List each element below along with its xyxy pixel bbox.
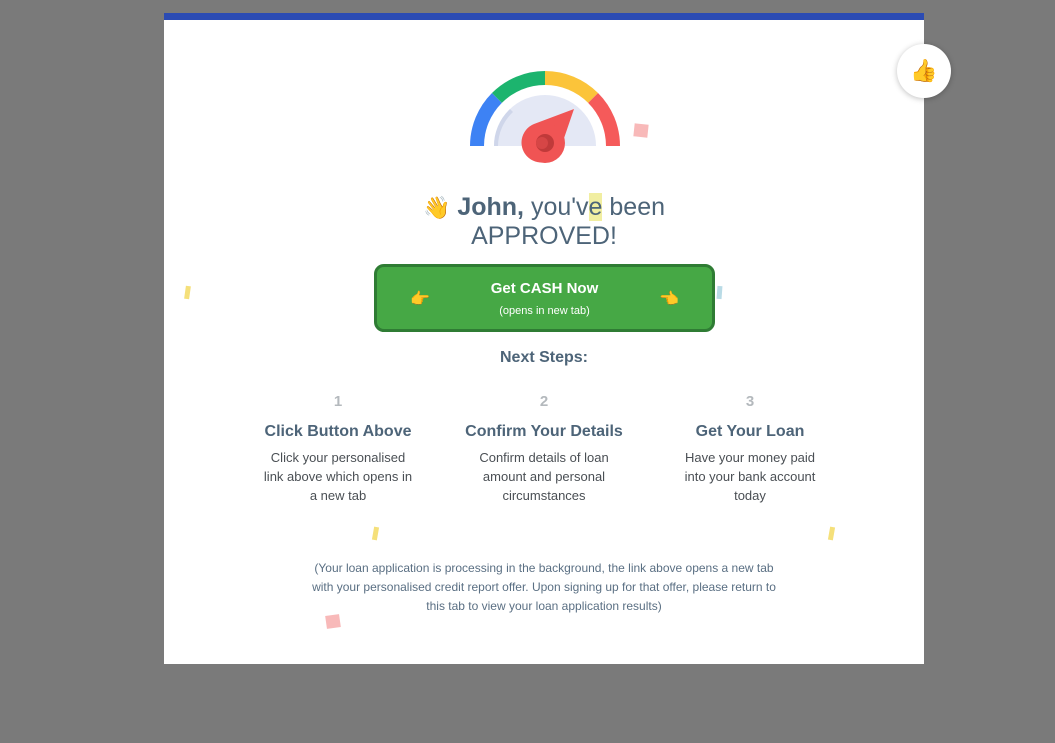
disclaimer-text: (Your loan application is processing in … — [312, 561, 776, 613]
confetti-piece — [633, 123, 649, 138]
step-description: Click your personalised link above which… — [263, 450, 413, 503]
headline-line-1: 👋 John, you've been — [164, 193, 924, 222]
confetti-piece — [827, 526, 836, 541]
step-title: Confirm Your Details — [465, 423, 623, 440]
headline-highlight: e — [588, 193, 603, 221]
modal-accent-bar — [164, 13, 924, 20]
confetti-piece — [325, 614, 341, 629]
step-number: 3 — [745, 393, 755, 410]
get-cash-now-button[interactable]: 👉 Get CASH Now (opens in new tab) 👈 — [374, 264, 715, 332]
headline-text-part2: been — [602, 193, 666, 221]
headline-text-part1: you'v — [530, 193, 589, 221]
confetti-piece — [716, 285, 723, 300]
step-description: Have your money paid into your bank acco… — [684, 450, 816, 503]
step-title: Click Button Above — [264, 423, 412, 440]
step-number: 2 — [539, 393, 549, 410]
approval-headline: 👋 John, you've been APPROVED! — [164, 193, 924, 250]
confetti-piece — [371, 526, 380, 541]
thumbs-up-icon[interactable]: 👍 — [897, 44, 951, 98]
waving-hand-icon: 👋 — [422, 195, 451, 220]
headline-line-2: APPROVED! — [471, 222, 617, 250]
step-number: 1 — [333, 393, 343, 410]
pointing-left-icon: 👈 — [659, 291, 679, 308]
step-description: Confirm details of loan amount and perso… — [479, 450, 609, 503]
approval-modal: 👋 John, you've been APPROVED! 👉 Get CASH… — [164, 13, 924, 664]
step-3: 3 Get Your Loan Have your money paid int… — [650, 393, 850, 505]
applicant-name: John, — [457, 193, 524, 221]
step-1: 1 Click Button Above Click your personal… — [238, 393, 438, 505]
credit-score-gauge-icon — [470, 71, 620, 163]
step-title: Get Your Loan — [695, 423, 805, 440]
next-steps-title: Next Steps: — [499, 349, 589, 366]
confetti-piece — [184, 285, 191, 300]
step-2: 2 Confirm Your Details Confirm details o… — [444, 393, 644, 505]
